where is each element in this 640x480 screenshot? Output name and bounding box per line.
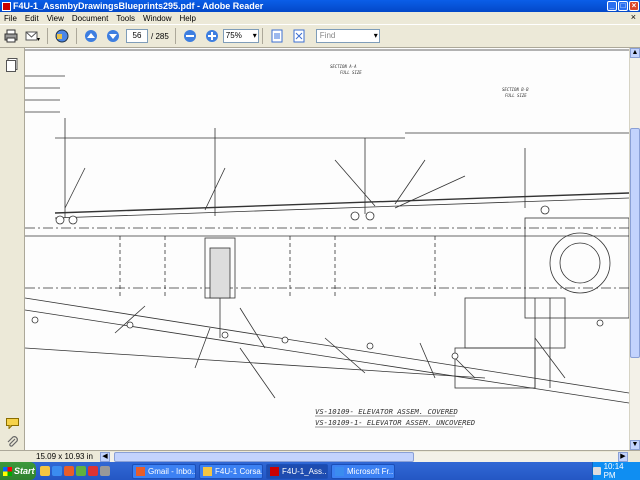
toolbar-separator bbox=[76, 28, 77, 44]
horizontal-scrollbar[interactable]: ◀ ▶ bbox=[100, 451, 628, 462]
scroll-left-icon[interactable]: ◀ bbox=[100, 451, 110, 462]
folder-icon bbox=[203, 466, 212, 476]
fit-width-icon[interactable] bbox=[269, 28, 285, 44]
start-label: Start bbox=[14, 466, 35, 476]
task-gmail[interactable]: Gmail - Inbo... bbox=[132, 463, 196, 479]
page-size-label: 15.09 x 10.93 in bbox=[36, 452, 93, 461]
page-total: / 285 bbox=[151, 31, 169, 41]
section-a-scale: FULL SIZE bbox=[340, 70, 362, 75]
menu-window[interactable]: Window bbox=[139, 14, 175, 23]
adobe-reader-icon bbox=[270, 466, 279, 476]
menu-tools[interactable]: Tools bbox=[112, 14, 139, 23]
print-icon[interactable] bbox=[3, 28, 19, 44]
scroll-right-icon[interactable]: ▶ bbox=[618, 451, 628, 462]
task-label: F4U-1 Corsa... bbox=[215, 466, 263, 476]
ie-quicklaunch-icon[interactable] bbox=[52, 466, 62, 476]
task-f4u-corsair[interactable]: F4U-1 Corsa... bbox=[199, 463, 263, 479]
taskbar: Start Gmail - Inbo... F4U-1 Corsa... F4U… bbox=[0, 462, 640, 480]
drawing-title-covered: VS-10109- ELEVATOR ASSEM. COVERED bbox=[315, 407, 458, 416]
window-title: F4U-1_AssmbyDrawingsBlueprints295.pdf - … bbox=[13, 1, 264, 11]
vertical-scrollbar[interactable]: ▲ ▼ bbox=[629, 48, 640, 450]
comments-panel-icon[interactable] bbox=[6, 418, 19, 430]
email-icon[interactable]: ▾ bbox=[25, 28, 41, 44]
close-button[interactable]: × bbox=[629, 1, 639, 11]
menu-document[interactable]: Document bbox=[68, 14, 112, 23]
pages-panel-icon[interactable] bbox=[6, 58, 18, 72]
menu-bar: File Edit View Document Tools Window Hel… bbox=[0, 12, 640, 24]
section-a-label: SECTION A-A bbox=[330, 64, 357, 69]
start-button[interactable]: Start bbox=[0, 462, 36, 480]
task-label: F4U-1_Ass... bbox=[282, 466, 328, 476]
app-quicklaunch-icon[interactable] bbox=[76, 466, 86, 476]
document-view[interactable]: SECTION A-A FULL SIZE SECTION B-B FULL S… bbox=[25, 48, 629, 450]
toolbar-separator bbox=[47, 28, 48, 44]
windows-flag-icon bbox=[3, 466, 12, 476]
organizer-icon[interactable] bbox=[54, 28, 70, 44]
tray-icon[interactable] bbox=[593, 467, 601, 475]
firefox-quicklaunch-icon[interactable] bbox=[64, 466, 74, 476]
task-adobe-reader[interactable]: F4U-1_Ass... bbox=[266, 463, 328, 479]
scroll-up-icon[interactable]: ▲ bbox=[630, 48, 640, 58]
media-quicklaunch-icon[interactable] bbox=[88, 466, 98, 476]
menu-help[interactable]: Help bbox=[176, 14, 200, 23]
task-label: Microsoft Fr... bbox=[347, 466, 395, 476]
adobe-reader-icon bbox=[2, 1, 11, 11]
section-b-scale: FULL SIZE bbox=[505, 93, 527, 98]
zoom-select[interactable]: 75% bbox=[222, 29, 259, 43]
menu-file[interactable]: File bbox=[0, 14, 21, 23]
quick-launch bbox=[40, 466, 110, 476]
microsoft-icon bbox=[335, 466, 344, 476]
toolbar-separator bbox=[174, 28, 176, 44]
maximize-button[interactable]: □ bbox=[618, 1, 628, 11]
close-document-icon[interactable]: × bbox=[631, 12, 636, 22]
menu-edit[interactable]: Edit bbox=[21, 14, 43, 23]
clock: 10:14 PM bbox=[603, 462, 624, 480]
horizontal-scroll-thumb[interactable] bbox=[114, 451, 414, 462]
navigation-pane bbox=[0, 48, 25, 450]
page-number-input[interactable]: 56 bbox=[126, 29, 148, 43]
svg-text:▾: ▾ bbox=[37, 37, 40, 43]
next-page-icon[interactable] bbox=[105, 28, 121, 44]
previous-page-icon[interactable] bbox=[83, 28, 99, 44]
drawing-title-uncovered: VS-10109-1- ELEVATOR ASSEM. UNCOVERED bbox=[315, 418, 475, 427]
blueprint-drawing: SECTION A-A FULL SIZE SECTION B-B FULL S… bbox=[25, 48, 629, 450]
folder-quicklaunch-icon[interactable] bbox=[40, 466, 50, 476]
firefox-icon bbox=[136, 466, 145, 476]
minimize-button[interactable]: _ bbox=[607, 1, 617, 11]
task-label: Gmail - Inbo... bbox=[148, 466, 196, 476]
attachments-panel-icon[interactable] bbox=[6, 436, 19, 449]
status-bar: 15.09 x 10.93 in ◀ ▶ bbox=[0, 450, 640, 462]
zoom-out-icon[interactable] bbox=[182, 28, 198, 44]
title-bar: F4U-1_AssmbyDrawingsBlueprints295.pdf - … bbox=[0, 0, 640, 12]
system-tray: 10:14 PM bbox=[592, 462, 640, 480]
scroll-down-icon[interactable]: ▼ bbox=[630, 440, 640, 450]
toolbar: ▾ 56 / 285 75% Find bbox=[0, 24, 640, 48]
vertical-scroll-thumb[interactable] bbox=[630, 128, 640, 358]
task-microsoft[interactable]: Microsoft Fr... bbox=[331, 463, 395, 479]
fit-page-icon[interactable] bbox=[291, 28, 307, 44]
menu-view[interactable]: View bbox=[43, 14, 68, 23]
toolbar-separator bbox=[261, 28, 263, 44]
zoom-in-icon[interactable] bbox=[204, 28, 220, 44]
section-b-label: SECTION B-B bbox=[502, 87, 529, 92]
find-input[interactable]: Find bbox=[315, 29, 380, 43]
desktop-quicklaunch-icon[interactable] bbox=[100, 466, 110, 476]
